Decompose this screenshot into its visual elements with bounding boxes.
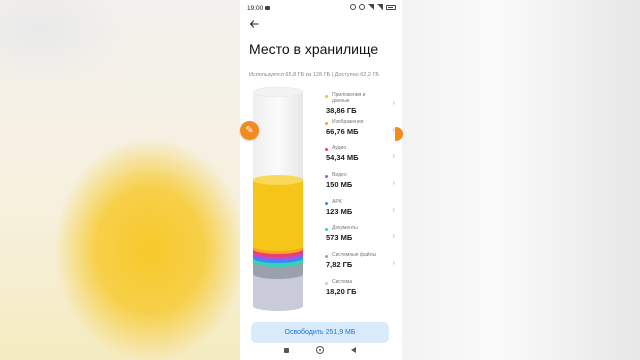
cylinder-top: [253, 86, 303, 98]
recents-icon[interactable]: [284, 348, 289, 353]
category-value: 7,82 ГБ: [326, 260, 353, 270]
battery-icon: [386, 4, 396, 10]
status-time: 19:00: [247, 5, 264, 12]
category-item[interactable]: APK 123 МБ ›: [325, 199, 395, 226]
category-value: 123 МБ: [326, 206, 353, 216]
page-title: Место в хранилище: [249, 41, 379, 57]
back-button[interactable]: [249, 18, 263, 32]
segment-system-files-edge: [253, 269, 303, 279]
chevron-right-icon: ›: [392, 258, 395, 268]
back-triangle-icon[interactable]: [351, 347, 356, 353]
background-left: [0, 0, 240, 360]
storage-usage-summary: Используется 65,8 ГБ из 128 ГБ | Доступн…: [249, 72, 380, 78]
category-color-dot: [325, 255, 328, 259]
category-label: Аудио: [332, 145, 347, 152]
category-color-dot: [325, 281, 328, 285]
chevron-right-icon: ›: [392, 178, 395, 188]
free-up-space-button[interactable]: Освободить 251,9 МБ: [251, 322, 389, 343]
brush-icon[interactable]: ✎: [240, 121, 259, 140]
category-label: Изображения: [332, 118, 364, 125]
category-item: Система 18,20 ГБ: [325, 279, 395, 306]
category-label: Система: [332, 278, 353, 285]
status-icons: [350, 4, 396, 10]
category-value: 38,86 ГБ: [326, 106, 357, 115]
mute-icon: [359, 4, 365, 10]
category-color-dot: [325, 175, 328, 179]
segment-apps-top: [253, 175, 303, 185]
category-label: Документы: [332, 225, 358, 232]
alarm-icon: [350, 4, 356, 10]
screen-record-icon: [265, 5, 270, 10]
category-item[interactable]: Системные файлы 7,82 ГБ ›: [325, 252, 395, 279]
chevron-right-icon: ›: [392, 151, 395, 161]
category-value: 573 МБ: [326, 233, 353, 243]
status-bar: 19:00: [240, 0, 402, 16]
signal-icon: [368, 4, 374, 10]
chevron-right-icon: ›: [392, 204, 395, 214]
category-label: Системные файлы: [332, 252, 377, 259]
segment-apps: [253, 180, 303, 246]
category-value: 66,76 МБ: [326, 126, 359, 136]
category-value: 54,34 МБ: [326, 153, 359, 163]
category-color-dot: [325, 95, 328, 98]
category-color-dot: [325, 201, 328, 205]
arrow-left-icon: [249, 20, 259, 28]
category-list: Приложения и данные 38,86 ГБ › Изображен…: [325, 92, 395, 306]
category-label: APK: [332, 198, 343, 205]
category-value: 18,20 ГБ: [326, 286, 357, 296]
wifi-icon: [377, 4, 383, 10]
phone-screen: 19:00 Место в хранилище Используется 65,…: [240, 0, 402, 360]
storage-cylinder-chart: [253, 86, 303, 311]
background-right: [402, 0, 640, 360]
segment-apps-edge: [253, 241, 303, 251]
category-color-dot: [325, 228, 328, 232]
category-item[interactable]: Приложения и данные 38,86 ГБ ›: [325, 92, 395, 119]
system-nav-bar: [240, 343, 402, 360]
category-item[interactable]: Видео 150 МБ ›: [325, 172, 395, 199]
category-color-dot: [325, 121, 328, 125]
home-icon[interactable]: [316, 346, 324, 354]
category-value: 150 МБ: [326, 180, 353, 190]
cylinder-bottom: [253, 301, 303, 311]
category-label: Приложения и данные: [332, 92, 366, 104]
category-label: Видео: [332, 172, 347, 179]
chevron-right-icon: ›: [392, 98, 395, 107]
category-color-dot: [325, 148, 328, 152]
category-item[interactable]: Изображения 66,76 МБ ›: [325, 119, 395, 146]
chevron-right-icon: ›: [392, 231, 395, 241]
category-item[interactable]: Аудио 54,34 МБ ›: [325, 145, 395, 172]
category-item[interactable]: Документы 573 МБ ›: [325, 225, 395, 252]
